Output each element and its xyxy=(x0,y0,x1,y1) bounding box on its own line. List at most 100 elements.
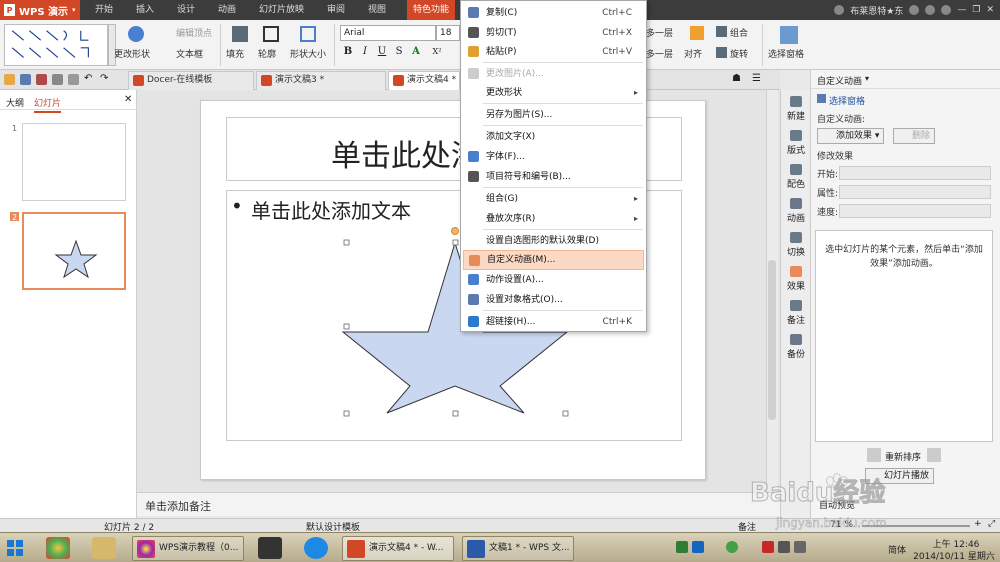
resize-handle[interactable] xyxy=(343,323,350,330)
sidebar-item-layout[interactable]: 版式 xyxy=(781,130,811,156)
sidebar-item-new[interactable]: 新建 xyxy=(781,96,811,122)
menu-item[interactable]: 项目符号和编号(B)... xyxy=(463,167,644,187)
resize-handle[interactable] xyxy=(452,239,459,246)
skin-icon[interactable] xyxy=(909,5,920,15)
font-name-select[interactable]: Arial xyxy=(340,25,436,41)
tab-special-features[interactable]: 特色功能 xyxy=(407,0,456,20)
notes-pane[interactable]: 单击添加备注 xyxy=(137,492,780,516)
close-icon[interactable]: ✕ xyxy=(986,5,994,15)
scrollbar-thumb[interactable] xyxy=(768,260,776,420)
shape-size-button[interactable]: 形状大小 xyxy=(290,47,326,60)
user-name[interactable]: 布莱恩特★东 xyxy=(850,4,903,17)
text-box-button[interactable]: 文本框 xyxy=(176,47,203,60)
menu-item[interactable]: 更改图片(A)... xyxy=(463,64,644,84)
open-icon[interactable] xyxy=(4,74,15,85)
zoom-slider[interactable] xyxy=(862,525,970,527)
shadow-button[interactable]: S xyxy=(392,45,406,59)
menu-item[interactable]: 添加文字(X) xyxy=(463,127,644,147)
tray-network-icon[interactable] xyxy=(778,541,790,553)
shape-gallery[interactable] xyxy=(4,24,108,66)
delete-effect-button[interactable]: 删除 xyxy=(893,128,936,144)
fill-button[interactable]: 填充 xyxy=(226,47,244,60)
ime-indicator[interactable]: 简体 xyxy=(888,543,906,556)
sidebar-item-transition[interactable]: 切换 xyxy=(781,232,811,258)
sidebar-item-effect[interactable]: 效果 xyxy=(781,266,811,292)
resize-handle[interactable] xyxy=(562,410,569,417)
start-select[interactable] xyxy=(839,166,991,180)
move-down-icon[interactable] xyxy=(927,448,941,462)
vertical-scrollbar[interactable] xyxy=(766,90,778,492)
edit-vertex-button[interactable]: 编辑顶点 xyxy=(176,26,212,39)
tab-home[interactable]: 开始 xyxy=(95,0,113,20)
auto-preview-checkbox[interactable]: 自动预览 xyxy=(819,498,855,511)
pane-dropdown-icon[interactable]: ▾ xyxy=(865,74,869,83)
resize-handle[interactable] xyxy=(452,410,459,417)
menu-item[interactable]: 叠放次序(R) ▸ xyxy=(463,209,644,229)
file-explorer-icon[interactable] xyxy=(92,537,116,559)
selection-pane-button[interactable]: 选择窗格 xyxy=(768,47,804,60)
minimize-icon[interactable]: — xyxy=(957,5,966,15)
tab-list-icon[interactable]: ☰ xyxy=(752,73,761,84)
resize-handle[interactable] xyxy=(343,410,350,417)
change-shape-button[interactable]: 更改形状 xyxy=(114,47,150,60)
menu-item[interactable]: 组合(G) ▸ xyxy=(463,189,644,209)
animation-list[interactable]: 选中幻灯片的某个元素，然后单击“添加效果”添加动画。 xyxy=(815,230,993,442)
help-icon[interactable] xyxy=(925,5,936,15)
pane-title[interactable]: 自定义动画 xyxy=(817,74,862,87)
group-button[interactable]: 组合 xyxy=(730,26,748,39)
underline-button[interactable]: U xyxy=(375,45,389,59)
tray-security-icon[interactable] xyxy=(676,541,688,553)
font-size-select[interactable]: 18 xyxy=(436,25,460,41)
outline-button[interactable]: 轮廓 xyxy=(258,47,276,60)
zoom-in-icon[interactable]: + xyxy=(974,519,982,529)
windows-start-icon[interactable] xyxy=(6,539,24,557)
sidebar-item-animation[interactable]: 动画 xyxy=(781,198,811,224)
menu-item[interactable]: 动作设置(A)... xyxy=(463,270,644,290)
doc-tab-presentation4[interactable]: 演示文稿4 * xyxy=(388,71,460,90)
font-color-button[interactable]: A xyxy=(409,45,423,59)
taskbar-app-presentation4[interactable]: 演示文稿4 * - W... xyxy=(342,536,454,561)
clock-date[interactable]: 2014/10/11 星期六 xyxy=(908,549,1000,562)
menu-item[interactable]: 自定义动画(M)... xyxy=(463,250,644,270)
sidebar-item-backup[interactable]: 备份 xyxy=(781,334,811,360)
k-app-icon[interactable] xyxy=(304,537,328,559)
italic-button[interactable]: I xyxy=(358,45,372,59)
slide-thumbnail-1[interactable] xyxy=(22,123,126,201)
fit-window-icon[interactable]: ⤢ xyxy=(988,519,995,529)
menu-item[interactable]: 更改形状 ▸ xyxy=(463,83,644,103)
menu-item[interactable]: 超链接(H)... Ctrl+K xyxy=(463,312,644,332)
taskbar-app-document1[interactable]: 文稿1 * - WPS 文... xyxy=(462,536,574,561)
move-up-icon[interactable] xyxy=(867,448,881,462)
pin-icon[interactable]: ☗ xyxy=(732,73,741,84)
menu-item[interactable]: 剪切(T) Ctrl+X xyxy=(463,23,644,43)
export-pdf-icon[interactable] xyxy=(36,74,47,85)
speed-select[interactable] xyxy=(839,204,991,218)
redo-icon[interactable]: ↷ xyxy=(100,73,108,84)
doc-tab-presentation3[interactable]: 演示文稿3 * xyxy=(256,71,386,90)
avatar[interactable] xyxy=(834,5,845,15)
sidebar-item-notes[interactable]: 备注 xyxy=(781,300,811,326)
rotate-button[interactable]: 旋转 xyxy=(730,47,748,60)
resize-handle[interactable] xyxy=(343,239,350,246)
slideshow-button[interactable]: 幻灯片播放 xyxy=(865,468,935,484)
settings-icon[interactable] xyxy=(941,5,952,15)
sidebar-item-color[interactable]: 配色 xyxy=(781,164,811,190)
selection-pane-link[interactable]: 选择窗格 xyxy=(829,94,865,107)
tab-insert[interactable]: 插入 xyxy=(136,0,154,20)
app-menu-button[interactable]: P WPS 演示 ▾ xyxy=(0,0,80,20)
save-icon[interactable] xyxy=(20,74,31,85)
send-backward-button[interactable]: 多一层 xyxy=(646,47,673,60)
tray-sync-icon[interactable] xyxy=(692,541,704,553)
tab-design[interactable]: 设计 xyxy=(177,0,195,20)
tray-volume-icon[interactable] xyxy=(794,541,806,553)
bold-button[interactable]: B xyxy=(341,45,355,59)
tab-view[interactable]: 视图 xyxy=(368,0,386,20)
menu-item[interactable]: 另存为图片(S)... xyxy=(463,105,644,125)
close-panel-icon[interactable]: ✕ xyxy=(124,94,132,105)
menu-item[interactable]: 设置对象格式(O)... xyxy=(463,290,644,310)
menu-item[interactable]: 粘贴(P) Ctrl+V xyxy=(463,42,644,62)
preview-icon[interactable] xyxy=(68,74,79,85)
sublime-icon[interactable] xyxy=(258,537,282,559)
taskbar-app-wps-tutorial[interactable]: WPS演示教程（0... xyxy=(132,536,244,561)
tray-wps-icon[interactable] xyxy=(762,541,774,553)
